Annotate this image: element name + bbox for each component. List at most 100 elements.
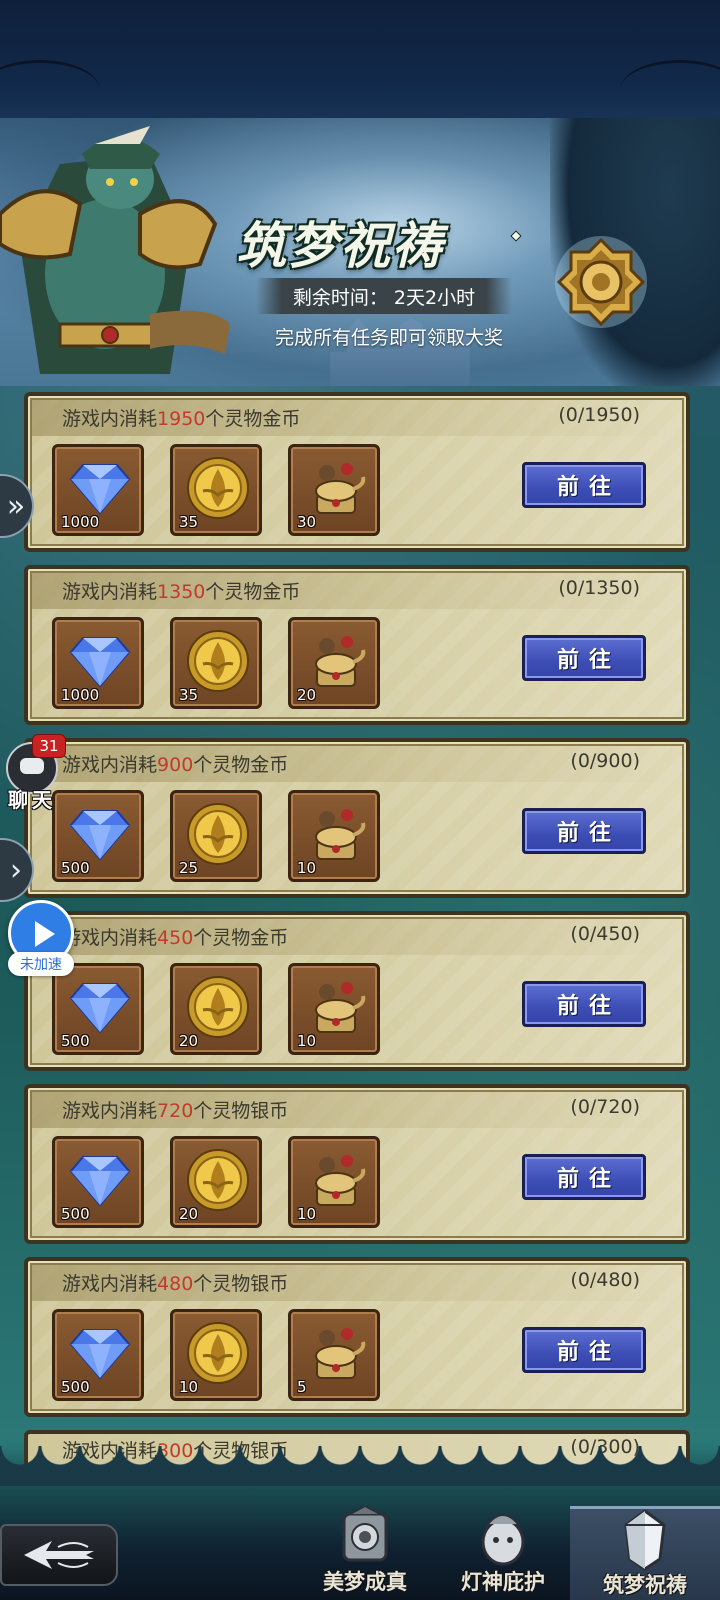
reward-lamp[interactable]: 10 xyxy=(288,790,380,882)
task-progress: (0/1950) xyxy=(558,404,640,426)
reward-gold-coin[interactable]: 20 xyxy=(170,963,262,1055)
task-suffix: 个灵物银币 xyxy=(193,1100,289,1122)
tab-label: 筑梦祝祷 xyxy=(603,1572,687,1597)
task-prefix: 游戏内消耗 xyxy=(62,754,158,776)
lamp-icon xyxy=(303,455,369,521)
task-prefix: 游戏内消耗 xyxy=(62,581,158,603)
reward-quantity: 10 xyxy=(179,1378,199,1396)
reward-gold-coin[interactable]: 10 xyxy=(170,1309,262,1401)
go-button[interactable]: 前往 xyxy=(522,1327,646,1373)
reward-quantity: 500 xyxy=(61,1378,90,1396)
task-description: 游戏内消耗1950个灵物金币 xyxy=(62,404,300,434)
task-progress: (0/480) xyxy=(570,1269,640,1291)
go-button[interactable]: 前往 xyxy=(522,1154,646,1200)
task-amount: 1350 xyxy=(157,581,206,603)
go-button[interactable]: 前往 xyxy=(522,635,646,681)
go-button[interactable]: 前往 xyxy=(522,808,646,854)
reward-quantity: 1000 xyxy=(61,686,100,704)
task-progress: (0/900) xyxy=(570,750,640,772)
reward-diamond[interactable]: 1000 xyxy=(52,444,144,536)
task-card: 游戏内消耗1950个灵物金币 (0/1950) 1000 35 30 前往 xyxy=(24,392,690,552)
tab-label: 灯神庇护 xyxy=(461,1569,545,1594)
reward-diamond[interactable]: 500 xyxy=(52,790,144,882)
task-card: 游戏内消耗480个灵物银币 (0/480) 500 10 5 前往 xyxy=(24,1257,690,1417)
task-card: 游戏内消耗1350个灵物金币 (0/1350) 1000 35 20 前往 xyxy=(24,565,690,725)
reward-quantity: 20 xyxy=(297,686,317,704)
event-title: 筑梦祝祷 xyxy=(236,216,444,275)
task-description: 游戏内消耗720个灵物银币 xyxy=(62,1096,288,1126)
reward-diamond[interactable]: 500 xyxy=(52,1136,144,1228)
reward-gold-coin[interactable]: 25 xyxy=(170,790,262,882)
reward-quantity: 10 xyxy=(297,859,317,877)
task-progress: (0/1350) xyxy=(558,577,640,599)
gold-coin-icon xyxy=(185,801,251,867)
reward-lamp[interactable]: 5 xyxy=(288,1309,380,1401)
grand-prize-medal[interactable] xyxy=(553,234,649,330)
reward-quantity: 30 xyxy=(297,513,317,531)
reward-gold-coin[interactable]: 20 xyxy=(170,1136,262,1228)
gold-coin-icon xyxy=(185,1320,251,1386)
scallop-border-decoration xyxy=(0,1446,720,1486)
task-suffix: 个灵物金币 xyxy=(205,408,301,430)
reward-gold-coin[interactable]: 35 xyxy=(170,617,262,709)
reward-diamond[interactable]: 500 xyxy=(52,1309,144,1401)
lamp-icon xyxy=(303,1147,369,1213)
lamp-icon xyxy=(303,974,369,1040)
diamond-icon xyxy=(67,455,133,521)
reward-lamp[interactable]: 10 xyxy=(288,1136,380,1228)
go-button[interactable]: 前往 xyxy=(522,462,646,508)
gold-coin-icon xyxy=(185,974,251,1040)
remaining-time-value: 2天2小时 xyxy=(393,286,476,309)
reward-diamond[interactable]: 1000 xyxy=(52,617,144,709)
diamond-icon xyxy=(67,628,133,694)
reward-quantity: 20 xyxy=(179,1205,199,1223)
reward-quantity: 500 xyxy=(61,1032,90,1050)
lamp-icon xyxy=(303,628,369,694)
tab-dream-come-true[interactable]: 美梦成真 xyxy=(290,1506,440,1600)
task-card: 游戏内消耗450个灵物金币 (0/450) 500 20 10 前往 xyxy=(24,911,690,1071)
task-progress: (0/720) xyxy=(570,1096,640,1118)
go-button[interactable]: 前往 xyxy=(522,981,646,1027)
reward-quantity: 35 xyxy=(179,686,199,704)
task-progress: (0/450) xyxy=(570,923,640,945)
top-sky xyxy=(0,0,720,122)
remaining-time-label: 剩余时间： xyxy=(292,286,388,309)
accelerator-button[interactable]: 未加速 xyxy=(2,900,78,980)
branch-decoration xyxy=(0,60,100,120)
reward-quantity: 1000 xyxy=(61,513,100,531)
task-card: 游戏内消耗900个灵物金币 (0/900) 500 25 10 前往 xyxy=(24,738,690,898)
reward-quantity: 10 xyxy=(297,1032,317,1050)
reward-quantity: 10 xyxy=(297,1205,317,1223)
lamp-icon xyxy=(303,801,369,867)
genie-icon xyxy=(474,1506,532,1568)
task-description: 游戏内消耗1350个灵物金币 xyxy=(62,577,300,607)
task-description: 游戏内消耗450个灵物金币 xyxy=(62,923,288,953)
gold-coin-icon xyxy=(185,455,251,521)
reward-lamp[interactable]: 20 xyxy=(288,617,380,709)
task-prefix: 游戏内消耗 xyxy=(62,1273,158,1295)
task-amount: 480 xyxy=(157,1273,194,1295)
reward-lamp[interactable]: 10 xyxy=(288,963,380,1055)
dream-icon xyxy=(336,1506,394,1568)
hero-character-image xyxy=(0,124,230,386)
reward-quantity: 25 xyxy=(179,859,199,877)
reward-gold-coin[interactable]: 35 xyxy=(170,444,262,536)
task-description: 游戏内消耗900个灵物金币 xyxy=(62,750,288,780)
diamond-icon xyxy=(67,974,133,1040)
tab-genie-protection[interactable]: 灯神庇护 xyxy=(428,1506,578,1600)
reward-quantity: 35 xyxy=(179,513,199,531)
tab-dream-blessing[interactable]: 筑梦祝祷 xyxy=(570,1506,720,1600)
double-chevron-right-icon: » xyxy=(6,488,26,524)
task-suffix: 个灵物银币 xyxy=(193,1273,289,1295)
chat-label[interactable]: 聊天 xyxy=(8,784,56,813)
reward-quantity: 500 xyxy=(61,1205,90,1223)
accelerator-status: 未加速 xyxy=(8,952,74,976)
task-description: 游戏内消耗480个灵物银币 xyxy=(62,1269,288,1299)
diamond-icon xyxy=(67,1147,133,1213)
back-button[interactable] xyxy=(0,1524,118,1586)
task-prefix: 游戏内消耗 xyxy=(62,1100,158,1122)
task-amount: 900 xyxy=(157,754,194,776)
branch-decoration xyxy=(620,60,720,120)
reward-lamp[interactable]: 30 xyxy=(288,444,380,536)
task-suffix: 个灵物金币 xyxy=(193,927,289,949)
